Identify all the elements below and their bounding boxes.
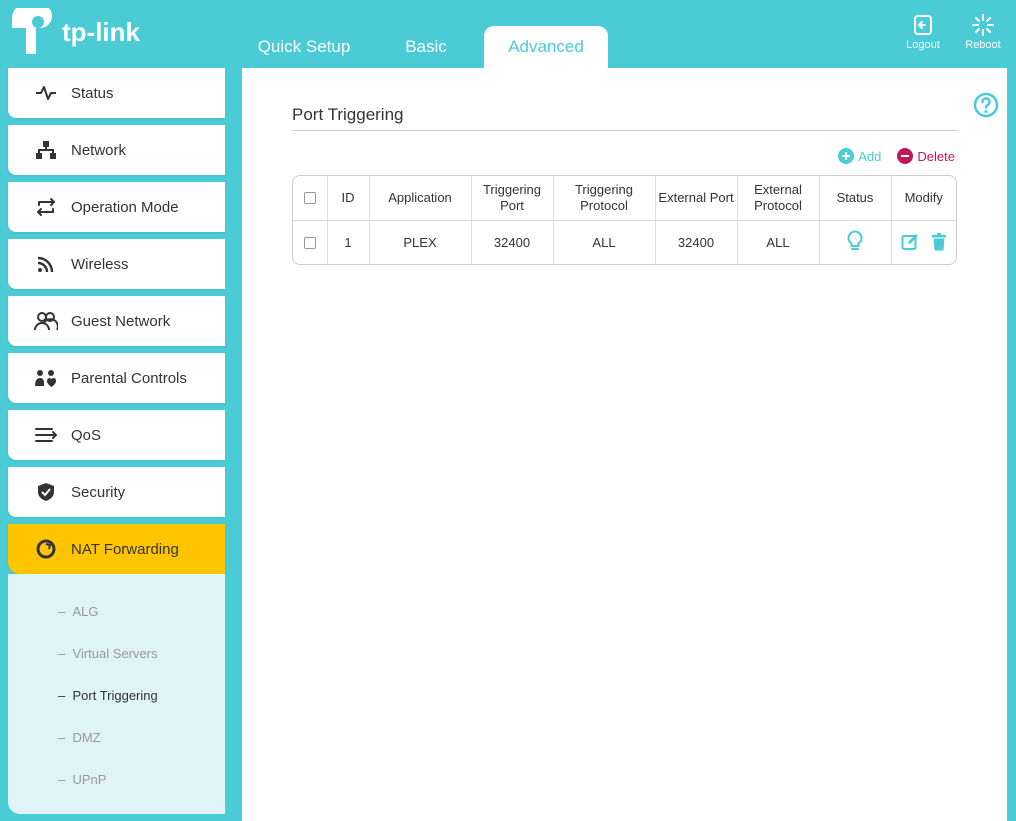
logout-label: Logout (906, 39, 940, 51)
delete-button[interactable]: Delete (897, 148, 955, 164)
tab-advanced[interactable]: Advanced (484, 26, 608, 68)
cell-triggering-protocol: ALL (553, 220, 656, 264)
network-icon (33, 139, 59, 161)
sidebar-item-operation-mode[interactable]: Operation Mode (8, 182, 225, 232)
column-header-modify: Modify (891, 176, 956, 221)
cell-modify (891, 220, 956, 264)
wifi-icon (33, 253, 59, 275)
submenu-item-port-triggering[interactable]: – Port Triggering (8, 674, 225, 716)
sidebar: Status Network Operation Mode Wireless G… (8, 68, 225, 814)
sidebar-item-security[interactable]: Security (8, 467, 225, 517)
status-toggle[interactable] (847, 229, 863, 255)
tab-basic[interactable]: Basic (376, 26, 476, 68)
lightbulb-icon (847, 229, 863, 250)
sidebar-item-qos[interactable]: QoS (8, 410, 225, 460)
edit-icon (901, 234, 918, 250)
row-select-cell (293, 220, 328, 264)
main-panel: Port Triggering Add Delete ID Applicatio… (242, 68, 1007, 821)
column-header-application: Application (369, 176, 472, 221)
delete-label: Delete (917, 148, 955, 164)
add-button[interactable]: Add (838, 148, 881, 164)
qos-icon (33, 424, 59, 446)
sidebar-item-wireless[interactable]: Wireless (8, 239, 225, 289)
table-actions: Add Delete (838, 148, 955, 164)
delete-row-button[interactable] (931, 233, 947, 251)
edit-button[interactable] (901, 233, 919, 251)
family-icon (33, 367, 59, 389)
submenu-item-label: Port Triggering (72, 687, 158, 703)
reboot-button[interactable]: Reboot (960, 14, 1006, 51)
sidebar-item-label: Security (71, 483, 126, 501)
submenu-item-virtual-servers[interactable]: – Virtual Servers (8, 632, 225, 674)
sidebar-item-label: Wireless (71, 255, 129, 273)
page-title: Port Triggering (292, 105, 404, 124)
column-header-external-port: External Port (655, 176, 738, 221)
submenu-item-label: Virtual Servers (72, 645, 158, 661)
nat-submenu: – ALG – Virtual Servers – Port Triggerin… (8, 574, 225, 814)
plus-circle-icon (838, 148, 855, 164)
reboot-icon (972, 14, 994, 36)
pulse-icon (33, 82, 59, 104)
sidebar-item-label: Network (71, 141, 127, 159)
sidebar-item-parental-controls[interactable]: Parental Controls (8, 353, 225, 403)
submenu-item-alg[interactable]: – ALG (8, 590, 225, 632)
help-icon (973, 92, 999, 118)
main-tabs: Quick Setup Basic Advanced (232, 26, 608, 68)
submenu-item-label: DMZ (72, 729, 101, 745)
submenu-item-label: ALG (72, 603, 99, 619)
brand-name: tp-link (62, 16, 140, 47)
sidebar-item-label: NAT Forwarding (71, 540, 179, 558)
tp-link-logo: tp-link (8, 4, 140, 56)
row-checkbox[interactable] (303, 237, 316, 250)
select-all-checkbox[interactable] (303, 192, 316, 205)
cell-application: PLEX (369, 220, 472, 264)
submenu-item-upnp[interactable]: – UPnP (8, 758, 225, 800)
table-row: 1 PLEX 32400 ALL 32400 ALL (293, 220, 956, 264)
select-all-cell (293, 176, 328, 221)
nat-icon (33, 538, 59, 560)
sidebar-item-label: Status (71, 84, 114, 102)
reboot-label: Reboot (965, 39, 1001, 51)
logout-icon (914, 15, 932, 35)
sidebar-item-nat-forwarding[interactable]: NAT Forwarding (8, 524, 225, 574)
column-header-triggering-port: Triggering Port (471, 176, 554, 221)
cell-external-protocol: ALL (737, 220, 820, 264)
title-divider (292, 130, 957, 131)
submenu-item-dmz[interactable]: – DMZ (8, 716, 225, 758)
trash-icon (931, 233, 946, 251)
help-button[interactable] (973, 92, 999, 123)
column-header-external-protocol: External Protocol (737, 176, 820, 221)
sidebar-item-label: QoS (71, 426, 102, 444)
port-triggering-table: ID Application Triggering Port Triggerin… (292, 175, 957, 265)
column-header-id: ID (327, 176, 370, 221)
table-header-row: ID Application Triggering Port Triggerin… (293, 176, 956, 221)
top-actions: Logout Reboot (900, 14, 1006, 51)
add-label: Add (858, 148, 882, 164)
sidebar-item-guest-network[interactable]: Guest Network (8, 296, 225, 346)
sidebar-item-label: Parental Controls (71, 369, 187, 387)
cell-id: 1 (327, 220, 370, 264)
column-header-status: Status (819, 176, 892, 221)
minus-circle-icon (897, 148, 914, 164)
sidebar-item-network[interactable]: Network (8, 125, 225, 175)
tp-link-logo-mark (8, 4, 58, 56)
guests-icon (33, 310, 59, 332)
sidebar-item-label: Operation Mode (71, 198, 179, 216)
cell-status (819, 220, 892, 264)
tab-quick-setup[interactable]: Quick Setup (232, 26, 376, 68)
submenu-item-label: UPnP (72, 771, 107, 787)
cell-triggering-port: 32400 (471, 220, 554, 264)
swap-icon (33, 196, 59, 218)
sidebar-item-status[interactable]: Status (8, 68, 225, 118)
cell-external-port: 32400 (655, 220, 738, 264)
shield-icon (33, 481, 59, 503)
logout-button[interactable]: Logout (900, 14, 946, 51)
column-header-triggering-protocol: Triggering Protocol (553, 176, 656, 221)
sidebar-item-label: Guest Network (71, 312, 171, 330)
